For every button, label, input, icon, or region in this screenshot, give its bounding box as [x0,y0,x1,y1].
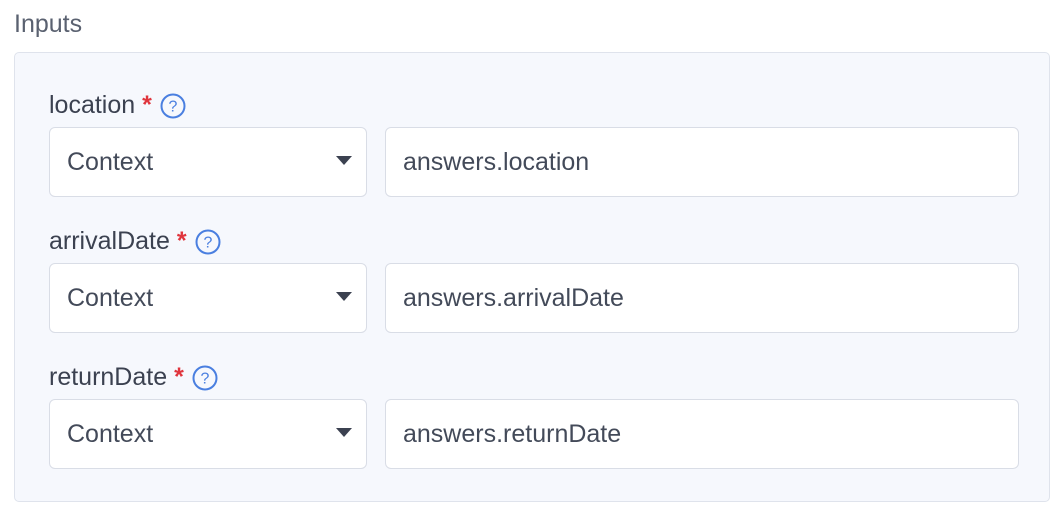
field-name: location [49,91,136,119]
source-select-location[interactable]: Context [49,127,367,197]
field-label-arrivaldate: arrivalDate * ? [49,224,221,258]
help-icon[interactable]: ? [160,93,186,119]
required-indicator: * [142,91,152,119]
value-input-returndate[interactable] [385,399,1019,469]
select-value: Context [67,147,154,176]
section-title: Inputs [14,10,83,38]
inputs-panel: location * ? Context arrivalDate * ? Con… [14,52,1050,502]
select-value: Context [67,283,154,312]
svg-text:?: ? [203,235,212,252]
select-value: Context [67,419,154,448]
inputs-section: Inputs location * ? Context arrivalDate … [0,0,1062,516]
help-icon[interactable]: ? [195,229,221,255]
value-input-arrivaldate[interactable] [385,263,1019,333]
help-icon[interactable]: ? [192,365,218,391]
field-label-location: location * ? [49,88,186,122]
required-indicator: * [174,363,184,391]
source-select-returndate[interactable]: Context [49,399,367,469]
svg-text:?: ? [168,99,177,116]
field-name: returnDate [49,363,168,391]
required-indicator: * [176,227,187,255]
field-label-returndate: returnDate * ? [49,360,218,394]
field-name: arrivalDate [49,227,170,255]
source-select-arrivaldate[interactable]: Context [49,263,367,333]
value-input-location[interactable] [385,127,1019,197]
chevron-down-icon [336,292,352,302]
chevron-down-icon [336,156,352,166]
svg-text:?: ? [200,371,209,388]
chevron-down-icon [336,428,352,438]
